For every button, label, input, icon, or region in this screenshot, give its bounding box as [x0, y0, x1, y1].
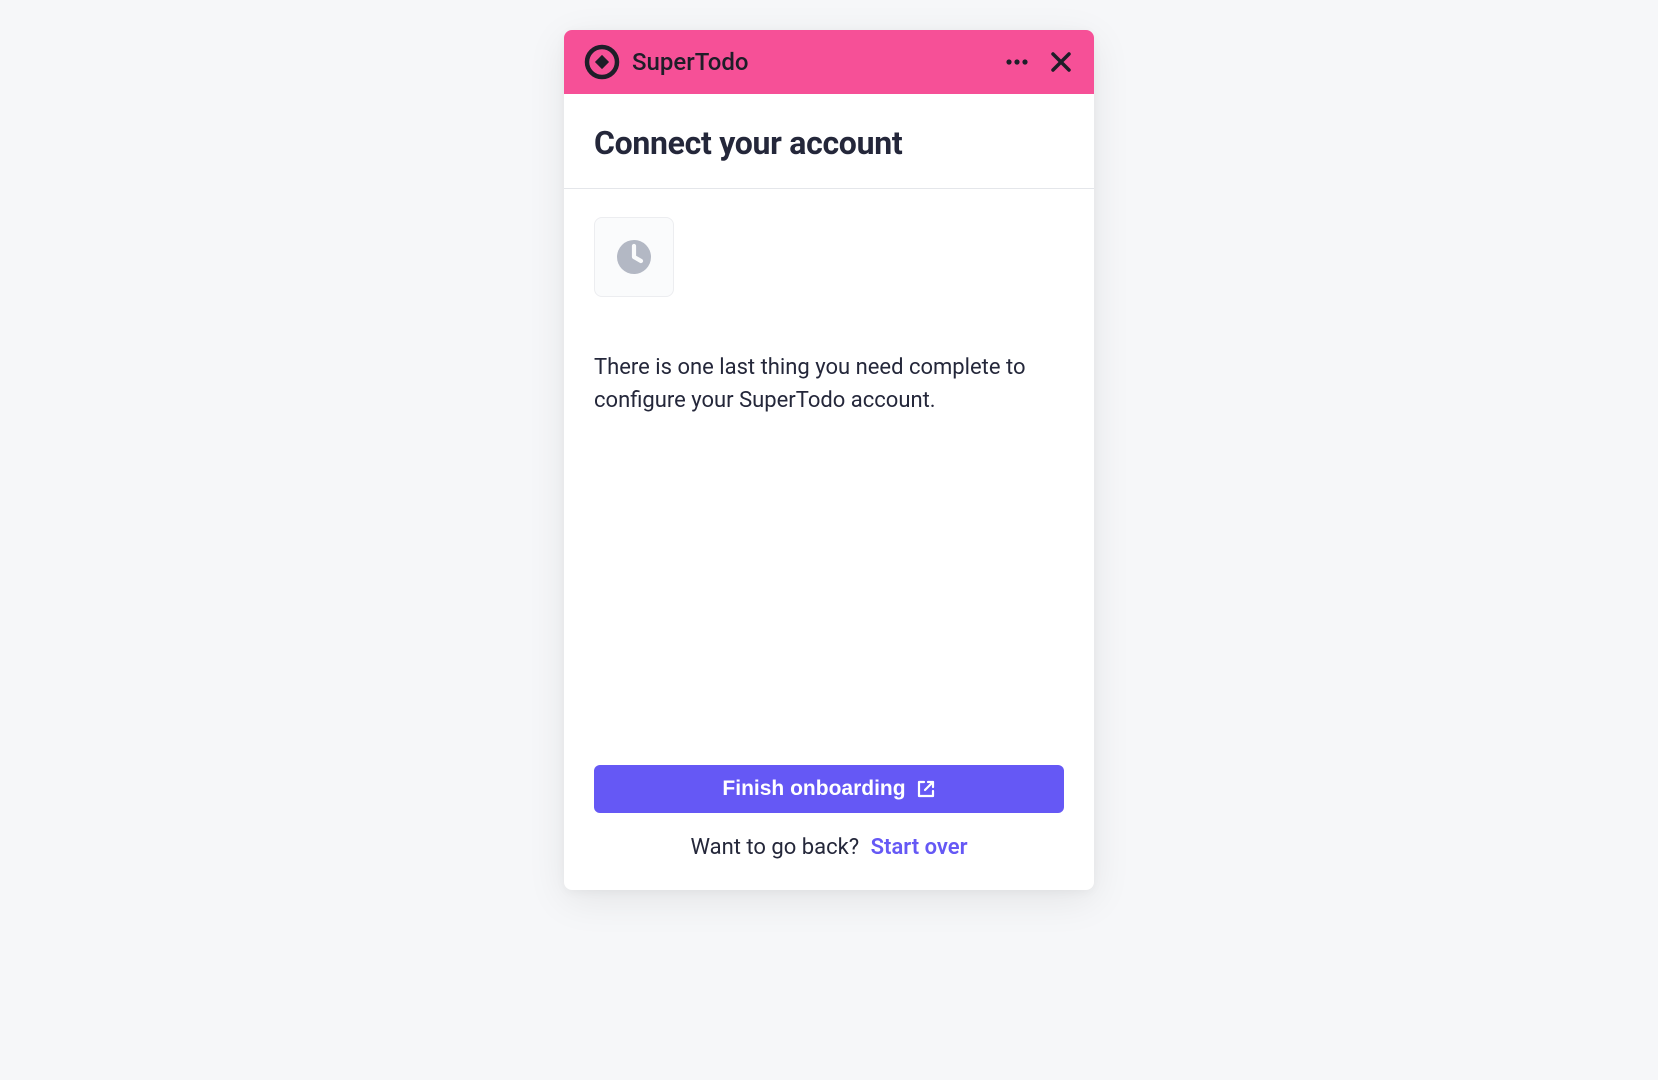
more-button[interactable]: [1004, 49, 1030, 75]
primary-button-label: Finish onboarding: [722, 777, 905, 801]
header-controls: [1004, 49, 1074, 75]
close-icon: [1048, 49, 1074, 75]
app-name: SuperTodo: [632, 48, 992, 76]
more-icon: [1004, 49, 1030, 75]
close-button[interactable]: [1048, 49, 1074, 75]
modal-header: SuperTodo: [564, 30, 1094, 94]
clock-icon: [614, 237, 654, 277]
title-section: Connect your account: [564, 94, 1094, 189]
external-link-icon: [916, 779, 936, 799]
description-text: There is one last thing you need complet…: [594, 351, 1064, 417]
status-icon-card: [594, 217, 674, 297]
onboarding-modal: SuperTodo Connect your account: [564, 30, 1094, 890]
finish-onboarding-button[interactable]: Finish onboarding: [594, 765, 1064, 813]
back-prompt-text: Want to go back?: [690, 835, 859, 860]
footer-text: Want to go back? Start over: [594, 835, 1064, 860]
footer-section: Finish onboarding Want to go back? Start…: [564, 765, 1094, 890]
app-logo-icon: [584, 44, 620, 80]
start-over-link[interactable]: Start over: [871, 835, 968, 860]
page-title: Connect your account: [594, 124, 1064, 162]
content-section: There is one last thing you need complet…: [564, 189, 1094, 765]
